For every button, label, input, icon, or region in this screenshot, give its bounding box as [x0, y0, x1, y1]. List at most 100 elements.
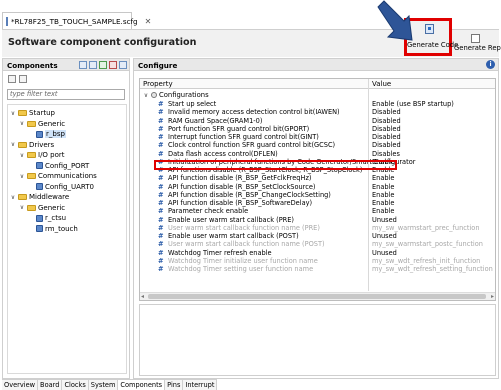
editor-file-tab[interactable]: *RL78F25_TB_TOUCH_SAMPLE.scfg ✕ — [2, 12, 151, 29]
tree-item-label: I/O port — [38, 151, 65, 159]
generate-report-label: Generate Report — [454, 44, 501, 52]
property-row[interactable]: # User warm start callback function name … — [140, 240, 495, 248]
property-row[interactable]: # Interrupt function SFR guard control bi… — [140, 133, 495, 141]
property-row[interactable]: # Enable user warm start callback (PRE) Un… — [140, 216, 495, 224]
property-value[interactable]: Disables — [372, 150, 400, 158]
property-row[interactable]: # API function disable (R_BSP_GetFclkFreq… — [140, 174, 495, 182]
tree-item-label: r_bsp — [45, 130, 66, 138]
bottom-tab[interactable]: Pins — [165, 379, 184, 390]
property-value[interactable]: Disabled — [372, 117, 401, 125]
list-view-icon[interactable] — [19, 75, 27, 83]
bottom-tab[interactable]: Overview — [2, 379, 39, 390]
close-icon[interactable]: ✕ — [145, 17, 152, 26]
property-value[interactable]: my_sw_wdt_refresh_setting_function — [372, 265, 493, 273]
property-row[interactable]: # Clock control function SFR guard contro… — [140, 141, 495, 149]
add-icon[interactable] — [99, 61, 107, 69]
tree-folder[interactable]: ∨ Communications — [19, 171, 97, 181]
remove-icon[interactable] — [109, 61, 117, 69]
property-value[interactable]: my_sw_warmstart_prec_function — [372, 224, 480, 232]
property-row[interactable]: # Enable user warm start callback (POST) U… — [140, 232, 495, 240]
property-row[interactable]: # Parameter check enable Enable — [140, 207, 495, 215]
tree-folder[interactable]: ∨ Generic — [19, 119, 65, 129]
expand-chevron-icon[interactable]: ∨ — [19, 120, 25, 127]
property-hash-icon: # — [158, 100, 164, 108]
property-name: Enable user warm start callback (POST) — [168, 232, 299, 240]
tree-component[interactable]: r_bsp — [28, 129, 66, 139]
property-value[interactable]: Enable — [372, 199, 394, 207]
expand-chevron-icon[interactable]: ∨ — [19, 152, 25, 159]
property-value[interactable]: Disabled — [372, 141, 401, 149]
property-value[interactable]: Enable (use BSP startup) — [372, 100, 454, 108]
filter-input[interactable]: type filter text — [7, 89, 125, 100]
property-row[interactable]: # API function disable (R_BSP_ChangeClock… — [140, 191, 495, 199]
tree-item-label: Startup — [29, 109, 55, 117]
property-hash-icon: # — [158, 256, 164, 265]
info-icon[interactable]: i — [486, 60, 495, 69]
property-row[interactable]: # User warm start callback function name … — [140, 224, 495, 232]
property-hash-icon: # — [158, 124, 164, 133]
tree-item-label: Drivers — [29, 140, 55, 149]
property-value[interactable]: Enable — [372, 174, 394, 182]
value-column-header[interactable]: Value — [372, 80, 391, 88]
tree-folder[interactable]: ∨ Startup — [10, 108, 55, 118]
import-component-icon[interactable] — [89, 61, 97, 69]
tree-component[interactable]: rm_touch — [28, 224, 78, 234]
expand-chevron-icon[interactable]: ∨ — [19, 204, 25, 211]
property-value[interactable]: Unused — [372, 232, 397, 240]
property-row[interactable]: # Watchdog Timer refresh enable Unused — [140, 249, 495, 257]
property-value[interactable]: Enable — [372, 191, 394, 199]
bottom-tab[interactable]: Clocks — [62, 379, 89, 390]
bottom-tab[interactable]: Board — [38, 379, 63, 390]
property-hash-icon: # — [158, 182, 164, 191]
bottom-tab[interactable]: Interrupt — [183, 379, 218, 390]
category-view-icon[interactable] — [8, 75, 16, 83]
tree-folder[interactable]: ∨ Drivers — [10, 140, 54, 150]
scrollbar-thumb[interactable] — [148, 294, 486, 299]
property-value[interactable]: Unused — [372, 249, 397, 257]
scroll-left-icon[interactable]: ◂ — [141, 293, 144, 300]
property-value[interactable]: my_sw_wdt_refresh_init_function — [372, 257, 480, 265]
property-row[interactable]: # Invalid memory access detection control… — [140, 108, 495, 116]
tree-component[interactable]: Config_UART0 — [28, 182, 94, 192]
tree-folder[interactable]: ∨ I/O port — [19, 150, 65, 160]
expand-chevron-icon[interactable]: ∨ — [19, 173, 25, 180]
property-value[interactable]: Enable — [372, 207, 394, 215]
property-column-header[interactable]: Property — [143, 80, 173, 88]
property-name: Watchdog Timer setting user function nam… — [168, 265, 314, 273]
property-row[interactable]: # API function disable (R_BSP_SetClockSou… — [140, 183, 495, 191]
property-value[interactable]: Disabled — [372, 125, 401, 133]
property-row[interactable]: # Watchdog Timer setting user function na… — [140, 265, 495, 273]
property-value[interactable]: Disabled — [372, 133, 401, 141]
property-row[interactable]: # API function disable (R_BSP_SoftwareDel… — [140, 199, 495, 207]
property-value[interactable]: Enable — [372, 183, 394, 191]
report-icon — [471, 34, 480, 43]
expand-chevron-icon[interactable]: ∨ — [10, 110, 16, 117]
tree-item-label: Generic — [38, 119, 66, 128]
tree-folder[interactable]: ∨ Middleware — [10, 192, 69, 202]
bottom-tab[interactable]: Components — [118, 379, 166, 390]
expand-chevron-icon[interactable]: ∨ — [10, 194, 16, 201]
configurations-node[interactable]: ∨ Configurations — [143, 91, 209, 99]
property-value[interactable]: my_sw_warmstart_postc_function — [372, 240, 483, 248]
bottom-tab[interactable]: System — [88, 379, 119, 390]
property-row[interactable]: # Watchdog Timer initialize user function… — [140, 257, 495, 265]
property-value[interactable]: Disabled — [372, 108, 401, 116]
tree-component[interactable]: Config_PORT — [28, 161, 89, 171]
tree-item-label: r_ctsu — [45, 214, 67, 222]
horizontal-scrollbar[interactable]: ◂ ▸ — [140, 292, 495, 300]
add-component-icon[interactable] — [79, 61, 87, 69]
property-row[interactable]: # RAM Guard Space(GRAM1-0) Disabled — [140, 117, 495, 125]
scroll-right-icon[interactable]: ▸ — [491, 293, 494, 300]
expand-chevron-icon[interactable]: ∨ — [10, 141, 16, 148]
generate-report-button[interactable]: Generate Report — [454, 34, 501, 55]
property-value[interactable]: Unused — [372, 216, 397, 224]
collapse-icon[interactable] — [119, 61, 127, 69]
configure-panel: Property Value ∨ Configurations # Start u… — [133, 71, 499, 379]
tree-component[interactable]: r_ctsu — [28, 213, 66, 223]
annotation-arrow-icon — [377, 0, 413, 41]
tree-folder[interactable]: ∨ Generic — [19, 203, 65, 213]
property-row[interactable]: # Start up select Enable (use BSP startup) — [140, 100, 495, 108]
expand-chevron-icon[interactable]: ∨ — [143, 92, 149, 99]
property-row[interactable]: # Port function SFR guard control bit(GPO… — [140, 125, 495, 133]
property-row[interactable]: # Data flash access control(DFLEN) Disable… — [140, 150, 495, 158]
